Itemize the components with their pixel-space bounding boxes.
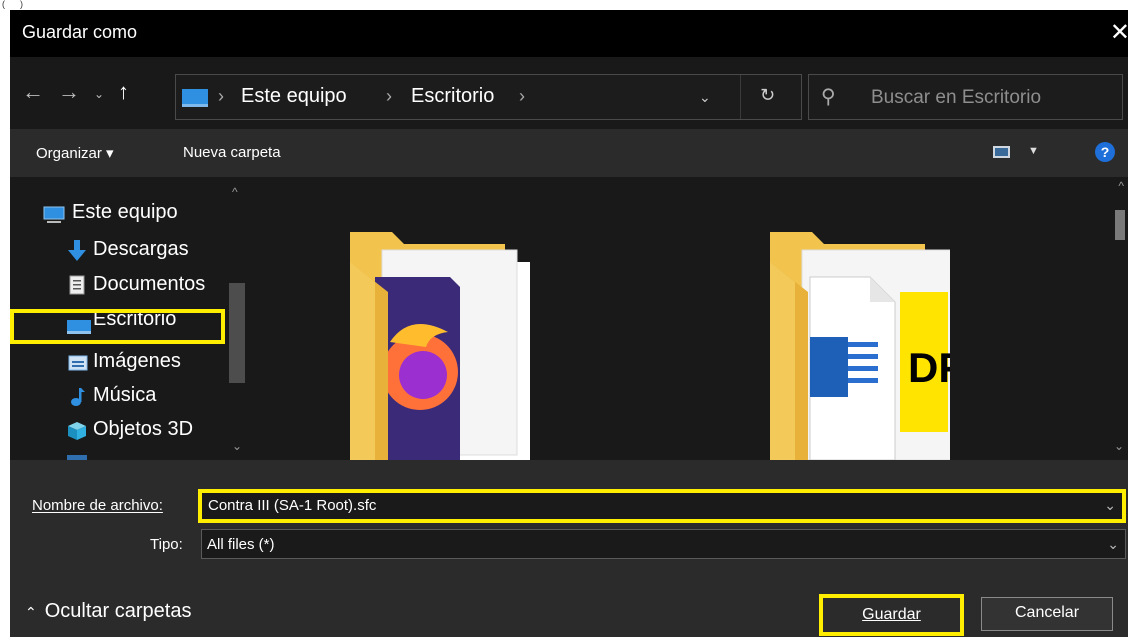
filename-value[interactable]: Contra III (SA-1 Root).sfc <box>208 497 376 514</box>
chevron-up-icon: ⌃ <box>25 604 37 620</box>
breadcrumb-separator-icon[interactable]: › <box>519 86 525 107</box>
desktop-location-icon <box>182 89 208 107</box>
breadcrumb-escritorio[interactable]: Escritorio <box>411 85 494 108</box>
svg-text:DF: DF <box>908 344 950 391</box>
filename-label: Nombre de archivo: <box>32 497 163 514</box>
content-scroll-down-icon[interactable]: ⌄ <box>1114 439 1124 453</box>
sidebar-scroll-thumb[interactable] <box>229 283 245 383</box>
search-box[interactable]: ⚲ <box>808 74 1123 120</box>
breadcrumb-este-equipo[interactable]: Este equipo <box>241 85 347 108</box>
chevron-down-icon[interactable]: ⌄ <box>1104 497 1116 514</box>
sidebar-item-documentos[interactable]: Documentos <box>93 273 205 296</box>
type-label: Tipo: <box>150 536 183 553</box>
sidebar-item-descargas[interactable]: Descargas <box>93 238 189 261</box>
content-scroll-up-icon[interactable]: ^ <box>1118 179 1124 193</box>
view-options-caret-icon[interactable]: ▼ <box>1028 145 1039 157</box>
save-options-panel: Nombre de archivo: Contra III (SA-1 Root… <box>10 460 1128 637</box>
command-toolbar: Organizar ▾ Nueva carpeta ▼ ? <box>10 129 1128 177</box>
view-options-icon[interactable] <box>993 146 1010 158</box>
file-type-value[interactable]: All files (*) <box>207 536 275 553</box>
forward-arrow-icon[interactable]: → <box>58 79 80 105</box>
title-bar: Guardar como ✕ <box>10 10 1128 57</box>
scroll-up-icon[interactable]: ^ <box>232 185 238 199</box>
chevron-down-icon[interactable]: ⌄ <box>1107 536 1119 553</box>
organize-menu[interactable]: Organizar ▾ <box>36 144 114 162</box>
download-arrow-icon <box>68 240 86 261</box>
breadcrumb-separator-icon[interactable]: › <box>386 86 392 107</box>
navigation-pane: Este equipo Descargas Documentos Escrito… <box>10 177 250 460</box>
search-input[interactable] <box>869 85 1113 111</box>
folder-firefox-icon[interactable] <box>330 222 530 460</box>
save-button-label: Guardar <box>862 606 921 623</box>
dialog-title: Guardar como <box>22 22 138 42</box>
document-icon <box>69 275 85 295</box>
sidebar-item-objetos-3d[interactable]: Objetos 3D <box>93 418 193 441</box>
breadcrumb-separator-icon[interactable]: › <box>218 86 224 107</box>
computer-icon <box>43 206 65 223</box>
sidebar-item-musica[interactable]: Música <box>93 384 156 407</box>
address-divider <box>740 75 741 119</box>
new-folder-button[interactable]: Nueva carpeta <box>183 144 281 161</box>
filename-field[interactable]: Contra III (SA-1 Root).sfc ⌄ <box>198 489 1126 523</box>
folder-word-pdf-icon[interactable]: DF <box>750 222 950 460</box>
cube-icon <box>68 422 86 440</box>
background-window-strip: ( ) <box>0 0 1128 10</box>
hide-folders-label: Ocultar carpetas <box>44 600 192 622</box>
cancel-button-label: Cancelar <box>1014 604 1080 621</box>
music-note-icon <box>71 388 85 406</box>
sidebar-item-este-equipo[interactable]: Este equipo <box>72 201 178 224</box>
file-list-pane: DF ^ ⌄ <box>250 177 1128 460</box>
close-icon[interactable]: ✕ <box>1110 18 1128 47</box>
pictures-icon <box>68 355 88 371</box>
help-icon[interactable]: ? <box>1095 142 1115 162</box>
escritorio-highlight-box <box>10 309 225 344</box>
content-scroll-thumb[interactable] <box>1115 210 1125 240</box>
refresh-icon[interactable]: ↻ <box>760 85 775 106</box>
file-type-select[interactable]: All files (*) ⌄ <box>201 529 1126 559</box>
scroll-down-icon[interactable]: ⌄ <box>232 439 242 453</box>
save-button[interactable]: Guardar <box>819 594 964 636</box>
chevron-down-icon[interactable]: ⌄ <box>699 89 711 106</box>
hide-folders-toggle[interactable]: ⌃ Ocultar carpetas <box>25 600 191 623</box>
search-icon: ⚲ <box>821 86 836 108</box>
up-arrow-icon[interactable]: ↑ <box>118 79 129 105</box>
back-arrow-icon[interactable]: ← <box>22 79 44 105</box>
save-as-dialog: Guardar como ✕ ← → ⌄ ↑ › Este equipo › E… <box>10 10 1128 637</box>
navigation-bar: ← → ⌄ ↑ › Este equipo › Escritorio › ⌄ ↻… <box>10 57 1128 129</box>
recent-locations-chevron-icon[interactable]: ⌄ <box>94 87 104 101</box>
cancel-button[interactable]: Cancelar <box>981 597 1113 631</box>
address-bar[interactable]: › Este equipo › Escritorio › ⌄ ↻ <box>175 74 802 120</box>
sidebar-item-imagenes[interactable]: Imágenes <box>93 350 181 373</box>
